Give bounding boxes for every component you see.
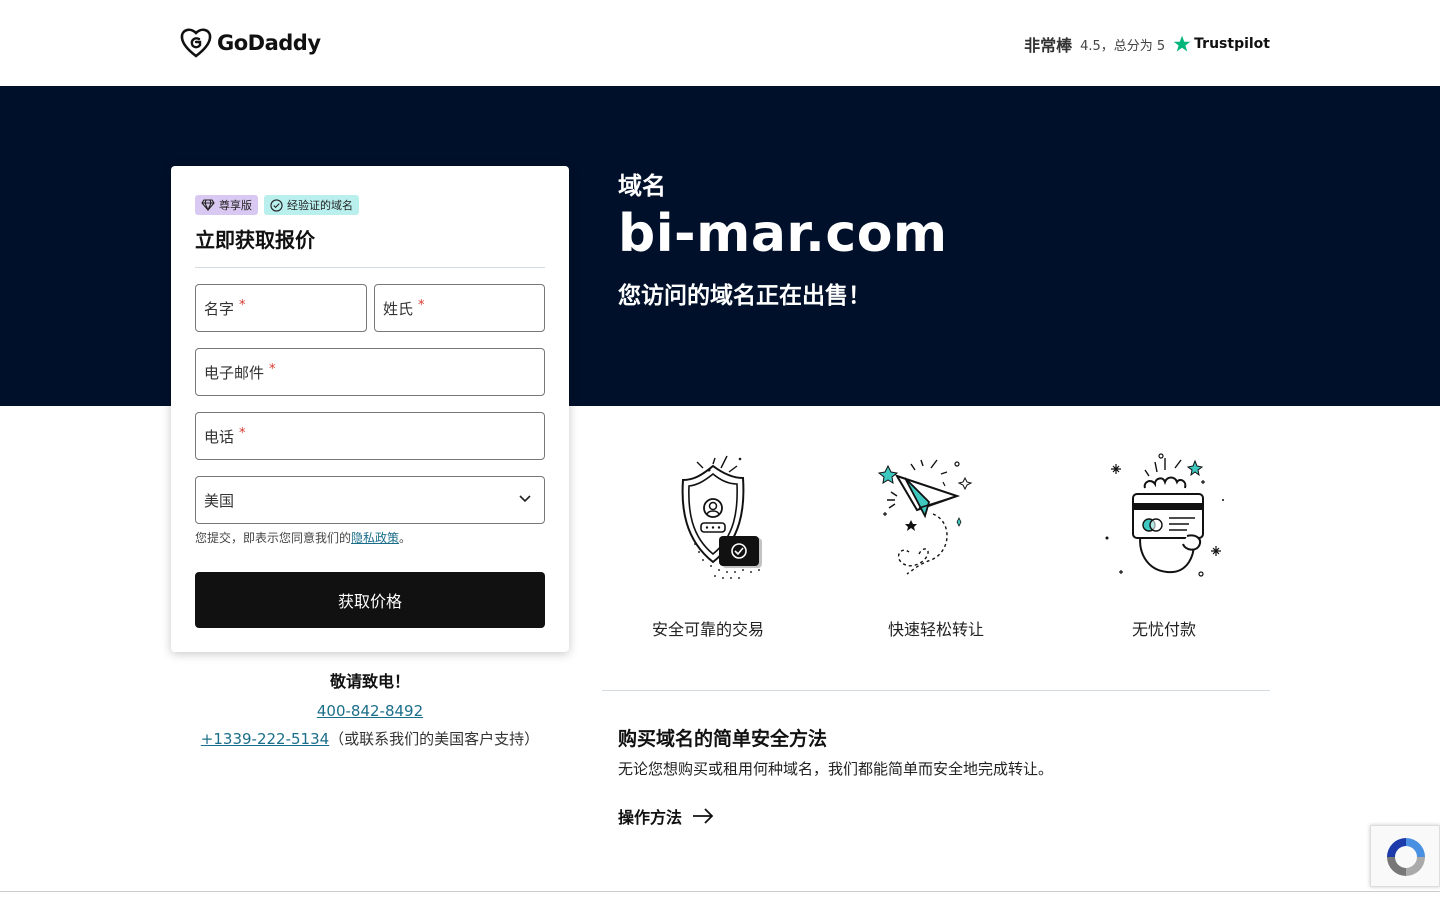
email-field[interactable]: 电子邮件 *: [195, 348, 545, 396]
privacy-policy-link[interactable]: 隐私政策: [351, 531, 399, 545]
form-title: 立即获取报价: [195, 228, 315, 252]
intl-note: （或联系我们的美国客户支持）: [329, 730, 540, 748]
country-select[interactable]: 美国: [195, 476, 545, 524]
recaptcha-badge[interactable]: [1370, 825, 1440, 887]
phone-link[interactable]: 400-842-8492: [317, 702, 423, 720]
phone-label: 电话: [204, 427, 235, 446]
consent-prefix: 您提交，即表示您同意我们的: [195, 531, 352, 545]
phone-field[interactable]: 电话 *: [195, 412, 545, 460]
first-name-label: 名字: [204, 299, 235, 318]
how-it-works-description: 无论您想购买或租用何种域名，我们都能简单而安全地完成转让。: [618, 760, 1054, 778]
last-name-field[interactable]: 姓氏 *: [374, 284, 545, 332]
how-it-works-link[interactable]: 操作方法: [618, 804, 714, 828]
required-mark: *: [418, 297, 425, 313]
intl-phone-link[interactable]: +1339-222-5134: [201, 730, 329, 748]
brand-name: GoDaddy: [217, 31, 321, 55]
consent-text: 您提交，即表示您同意我们的隐私政策。: [195, 529, 411, 546]
verified-badge: 经验证的域名: [264, 195, 359, 215]
shield-icon: [681, 455, 762, 579]
badge-group: 尊享版 经验证的域名: [195, 195, 359, 215]
feature-label: 快速轻松转让: [887, 620, 984, 639]
rating-score: 4.5，总分为 5: [1080, 38, 1166, 54]
required-mark: *: [239, 297, 246, 313]
site-header: GoDaddy 非常棒 4.5，总分为 5 Trustpilot: [0, 0, 1440, 86]
premium-badge: 尊享版: [195, 195, 258, 215]
intl-contact: +1339-222-5134（或联系我们的美国客户支持）: [171, 728, 569, 749]
feature-label: 无忧付款: [1131, 620, 1196, 639]
premium-badge-label: 尊享版: [219, 199, 252, 212]
feature-worry-free-payment: 无忧付款: [1064, 452, 1264, 640]
how-it-works-title: 购买域名的简单安全方法: [618, 728, 828, 750]
feature-secure-transaction: 安全可靠的交易: [608, 452, 808, 640]
consent-suffix: 。: [399, 531, 412, 545]
recaptcha-icon: [1387, 838, 1425, 876]
godaddy-logo[interactable]: GoDaddy: [180, 27, 321, 59]
footer-divider: [0, 891, 1440, 892]
how-it-works-link-label: 操作方法: [618, 808, 683, 827]
trustpilot-star-icon: [1173, 35, 1191, 52]
required-mark: *: [239, 425, 246, 441]
get-price-button[interactable]: 获取价格: [195, 572, 545, 628]
domain-name: bi-mar.com: [618, 204, 948, 264]
contact-section: 敬请致电！ 400-842-8492 +1339-222-5134（或联系我们的…: [171, 668, 569, 749]
rating-label: 非常棒: [1024, 36, 1073, 55]
section-divider: [602, 690, 1270, 691]
quote-form-card: 尊享版 经验证的域名 立即获取报价 名字 * 姓氏 * 电子邮件 * 电话 * 美国 您…: [171, 166, 569, 652]
check-circle-icon: [270, 198, 283, 212]
godaddy-logo-icon: [180, 28, 212, 58]
trustpilot-brand: Trustpilot: [1173, 35, 1270, 53]
contact-title: 敬请致电！: [329, 672, 410, 691]
email-label: 电子邮件: [204, 363, 265, 382]
hero-category: 域名: [618, 172, 666, 200]
chevron-down-icon: [519, 495, 531, 503]
diamond-icon: [201, 199, 215, 211]
hero-subtitle: 您访问的域名正在出售！: [618, 283, 871, 309]
form-divider: [195, 267, 545, 268]
card-payment-icon: [1105, 453, 1224, 577]
paper-plane-icon: [877, 459, 973, 575]
verified-badge-label: 经验证的域名: [287, 199, 353, 212]
required-mark: *: [269, 361, 276, 377]
last-name-label: 姓氏: [383, 299, 414, 318]
feature-easy-transfer: 快速轻松转让: [836, 452, 1036, 640]
trustpilot-rating[interactable]: 非常棒 4.5，总分为 5 Trustpilot: [1024, 32, 1270, 56]
arrow-right-icon: [693, 808, 714, 824]
country-value: 美国: [204, 491, 235, 510]
feature-label: 安全可靠的交易: [651, 620, 764, 639]
first-name-field[interactable]: 名字 *: [195, 284, 367, 332]
trustpilot-label: Trustpilot: [1194, 36, 1270, 52]
